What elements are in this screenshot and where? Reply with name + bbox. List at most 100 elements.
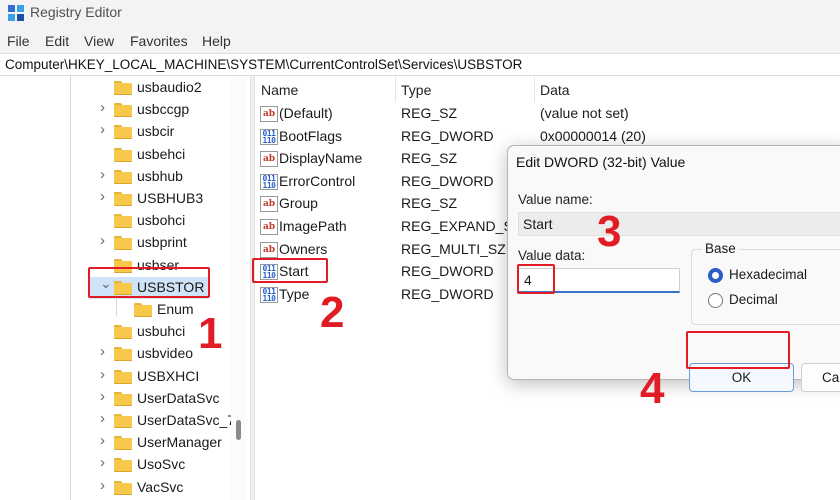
tree-item-label[interactable]: VacSvc bbox=[137, 479, 183, 495]
tree-scroll-thumb[interactable] bbox=[236, 420, 241, 440]
value-name-text: Start bbox=[523, 216, 553, 232]
decimal-label[interactable]: Decimal bbox=[729, 292, 778, 307]
tree-item-usbaudio2[interactable]: usbaudio2 bbox=[0, 77, 228, 99]
string-value-icon: ab bbox=[260, 151, 278, 168]
tree-item-vacsvc[interactable]: › VacSvc bbox=[0, 477, 228, 499]
menu-bar: File Edit View Favorites Help bbox=[0, 28, 840, 54]
chevron-right-icon[interactable]: › bbox=[100, 166, 110, 183]
chevron-right-icon[interactable]: › bbox=[100, 366, 110, 383]
chevron-right-icon[interactable]: › bbox=[100, 477, 110, 494]
column-divider[interactable] bbox=[395, 76, 396, 102]
value-name: (Default) bbox=[279, 105, 333, 121]
chevron-right-icon[interactable]: › bbox=[100, 232, 110, 249]
chevron-right-icon[interactable]: › bbox=[100, 99, 110, 116]
tree-item-usbcir[interactable]: › usbcir bbox=[0, 121, 228, 143]
step-number-3: 3 bbox=[597, 207, 622, 256]
tree-item-userdatasvc[interactable]: › UserDataSvc bbox=[0, 388, 228, 410]
value-name: Group bbox=[279, 195, 318, 212]
value-data: (value not set) bbox=[540, 105, 629, 121]
value-name: ErrorControl bbox=[279, 172, 356, 189]
tree-item-usbvideo[interactable]: › usbvideo bbox=[0, 343, 228, 365]
tree-item-usbhub[interactable]: › usbhub bbox=[0, 166, 228, 188]
tree-item-label[interactable]: UserDataSvc bbox=[137, 390, 219, 406]
menu-edit[interactable]: Edit bbox=[45, 33, 69, 49]
tree-item-label[interactable]: usbprint bbox=[137, 234, 187, 250]
hexadecimal-radio[interactable] bbox=[708, 268, 723, 283]
folder-icon bbox=[114, 192, 132, 206]
tree-item-usbehci[interactable]: usbehci bbox=[0, 144, 228, 166]
tree-item-label[interactable]: UsoSvc bbox=[137, 456, 185, 472]
step-number-1: 1 bbox=[198, 309, 223, 358]
chevron-right-icon[interactable]: › bbox=[100, 121, 110, 138]
menu-view[interactable]: View bbox=[84, 33, 114, 49]
title-bar: Registry Editor bbox=[0, 0, 840, 28]
tree-item-usbccgp[interactable]: › usbccgp bbox=[0, 99, 228, 121]
value-name: ImagePath bbox=[279, 218, 347, 234]
tree-item-label[interactable]: usbuhci bbox=[137, 323, 185, 339]
tree-item-usosvc[interactable]: › UsoSvc bbox=[0, 454, 228, 476]
window-title: Registry Editor bbox=[30, 4, 122, 20]
folder-icon bbox=[114, 103, 132, 118]
chevron-right-icon[interactable]: › bbox=[100, 188, 110, 205]
column-type-header[interactable]: Type bbox=[401, 82, 431, 98]
highlight-value-data bbox=[517, 264, 555, 294]
menu-favorites[interactable]: Favorites bbox=[130, 33, 188, 49]
tree-item-usbhub3[interactable]: › USBHUB3 bbox=[0, 188, 228, 210]
value-type: REG_DWORD bbox=[401, 127, 494, 144]
tree-item-label[interactable]: usbcir bbox=[137, 123, 174, 139]
value-type: REG_DWORD bbox=[401, 172, 494, 189]
hexadecimal-label[interactable]: Hexadecimal bbox=[729, 267, 807, 282]
tree-item-label[interactable]: UserManager bbox=[137, 434, 222, 450]
address-path[interactable]: Computer\HKEY_LOCAL_MACHINE\SYSTEM\Curre… bbox=[5, 57, 522, 72]
cancel-button[interactable]: Can bbox=[801, 363, 840, 392]
tree-item-label[interactable]: UserDataSvc_7 bbox=[137, 412, 235, 428]
tree-item-label[interactable]: usbvideo bbox=[137, 345, 193, 361]
value-name: DisplayName bbox=[279, 150, 363, 167]
value-name-label: Value name: bbox=[518, 192, 593, 207]
address-bar[interactable]: Computer\HKEY_LOCAL_MACHINE\SYSTEM\Curre… bbox=[0, 53, 840, 76]
folder-icon bbox=[114, 169, 132, 184]
tree-item-label[interactable]: usbehci bbox=[137, 146, 185, 162]
tree-item-enum[interactable]: Enum bbox=[0, 299, 228, 321]
column-name-header[interactable]: Name bbox=[261, 82, 298, 98]
tree-item-label[interactable]: usbaudio2 bbox=[137, 79, 202, 95]
folder-icon bbox=[134, 303, 152, 317]
chevron-right-icon[interactable]: › bbox=[100, 432, 110, 449]
value-row-default[interactable]: ab (Default) REG_SZ (value not set) bbox=[255, 103, 840, 125]
highlight-ok-button bbox=[686, 331, 790, 369]
value-name: Owners bbox=[279, 240, 328, 257]
tree-item-usbxhci[interactable]: › USBXHCI bbox=[0, 366, 228, 388]
dialog-body: Value name: Start Value data: 4 Base Hex… bbox=[508, 176, 840, 392]
tree-item-label[interactable]: Enum bbox=[157, 301, 194, 317]
tree-item-label[interactable]: usbccgp bbox=[137, 101, 189, 117]
dialog-title: Edit DWORD (32-bit) Value bbox=[516, 154, 686, 170]
folder-icon bbox=[114, 369, 132, 384]
tree-item-label[interactable]: USBXHCI bbox=[137, 368, 199, 384]
tree-item-usbprint[interactable]: › usbprint bbox=[0, 232, 228, 254]
column-data-header[interactable]: Data bbox=[540, 82, 570, 98]
value-type: REG_MULTI_SZ bbox=[401, 240, 506, 257]
chevron-right-icon[interactable]: › bbox=[100, 454, 110, 471]
value-type: REG_DWORD bbox=[401, 263, 494, 280]
folder-icon bbox=[114, 480, 132, 495]
decimal-radio[interactable] bbox=[708, 293, 723, 308]
tree-item-usbohci[interactable]: usbohci bbox=[0, 210, 228, 232]
tree-item-label[interactable]: usbhub bbox=[137, 168, 183, 184]
chevron-right-icon[interactable]: › bbox=[100, 388, 110, 405]
chevron-right-icon[interactable]: › bbox=[100, 343, 110, 360]
value-name-field: Start bbox=[518, 212, 840, 236]
tree-scrollbar[interactable] bbox=[231, 76, 247, 500]
base-group: Base Hexadecimal Decimal bbox=[691, 241, 840, 325]
chevron-right-icon[interactable]: › bbox=[100, 410, 110, 427]
tree-item-usermanager[interactable]: › UserManager bbox=[0, 432, 228, 454]
tree-item-usbuhci[interactable]: usbuhci bbox=[0, 321, 228, 343]
tree-item-userdatasvc_7[interactable]: › UserDataSvc_7 bbox=[0, 410, 235, 432]
binary-value-icon: 011 110 bbox=[260, 128, 278, 145]
folder-icon bbox=[114, 458, 132, 473]
column-divider[interactable] bbox=[534, 76, 535, 102]
tree-item-label[interactable]: USBHUB3 bbox=[137, 190, 203, 206]
binary-value-icon: 011 110 bbox=[260, 173, 278, 190]
tree-item-label[interactable]: usbohci bbox=[137, 212, 185, 228]
menu-file[interactable]: File bbox=[7, 33, 30, 49]
menu-help[interactable]: Help bbox=[202, 33, 231, 49]
